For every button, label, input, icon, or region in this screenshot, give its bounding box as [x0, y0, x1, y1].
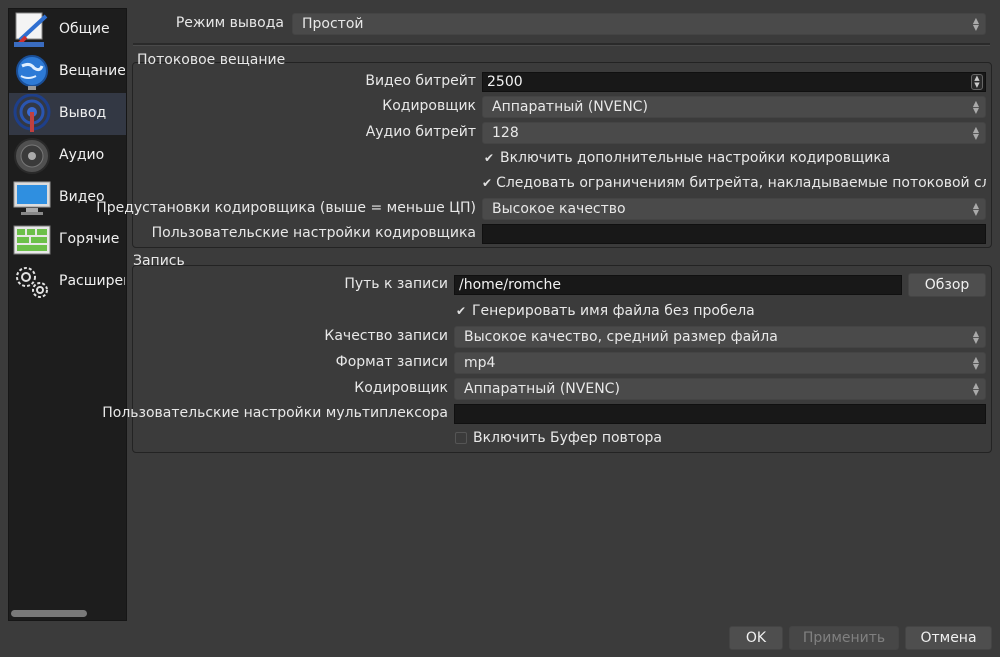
sidebar-item-advanced[interactable]: Расширен...: [9, 261, 126, 303]
replay-buffer-checkbox[interactable]: Включить Буфер повтора: [454, 430, 662, 446]
spin-arrows-icon[interactable]: ▲ ▼: [971, 74, 983, 90]
stream-encoder-label: Кодировщик: [382, 98, 476, 114]
output-mode-label: Режим вывода: [175, 15, 284, 31]
record-format-value: mp4: [464, 355, 496, 371]
record-encoder-select[interactable]: Аппаратный (NVENC) ▲ ▼: [454, 378, 986, 400]
speaker-icon: [12, 136, 52, 176]
output-antenna-icon: [12, 93, 52, 134]
sidebar-item-label: Аудио: [59, 147, 105, 163]
chevron-updown-icon: ▲ ▼: [972, 355, 980, 371]
sidebar-item-label: Вывод: [59, 105, 107, 121]
stream-encoder-select[interactable]: Аппаратный (NVENC) ▲ ▼: [482, 96, 986, 118]
stream-encoder-value: Аппаратный (NVENC): [492, 99, 648, 115]
sidebar-item-general[interactable]: Общие: [9, 9, 126, 51]
encoder-preset-select[interactable]: Высокое качество ▲ ▼: [482, 198, 986, 220]
cancel-button[interactable]: Отмена: [905, 626, 992, 650]
muxer-settings-input[interactable]: [454, 404, 986, 424]
sidebar-item-audio[interactable]: Аудио: [9, 135, 126, 177]
record-quality-value: Высокое качество, средний размер файла: [464, 329, 778, 345]
custom-encoder-input[interactable]: [482, 224, 986, 244]
record-path-value: /home/romche: [459, 277, 561, 293]
recording-group-title: Запись: [133, 253, 185, 269]
audio-bitrate-value: 128: [492, 125, 519, 141]
sidebar-item-label: Общие: [59, 21, 110, 37]
separator: [133, 43, 990, 46]
sidebar-item-label: Вещание: [59, 63, 125, 79]
sidebar-item-label: Расширен...: [59, 273, 125, 289]
sidebar-item-label: Горячие к...: [59, 231, 125, 247]
monitor-icon: [12, 178, 52, 218]
audio-bitrate-select[interactable]: 128 ▲ ▼: [482, 122, 986, 144]
output-mode-select[interactable]: Простой ▲ ▼: [292, 13, 986, 35]
chevron-updown-icon: ▲ ▼: [972, 16, 980, 32]
no-space-filename-label: Генерировать имя файла без пробела: [472, 303, 755, 319]
advanced-encoder-label: Включить дополнительные настройки кодиро…: [500, 150, 891, 166]
record-encoder-label: Кодировщик: [354, 380, 448, 396]
audio-bitrate-label: Аудио битрейт: [365, 124, 476, 140]
enforce-bitrate-checkbox[interactable]: ✔ Следовать ограничениям битрейта, накла…: [482, 175, 986, 191]
sidebar-scrollbar[interactable]: [11, 610, 87, 617]
sidebar-item-stream[interactable]: Вещание: [9, 51, 126, 93]
sidebar-item-hotkeys[interactable]: Горячие к...: [9, 219, 126, 261]
stream-globe-icon: [12, 52, 52, 92]
chevron-updown-icon: ▲ ▼: [972, 201, 980, 217]
general-settings-icon: [12, 10, 52, 50]
checkmark-icon: ✔: [455, 304, 467, 318]
checkmark-icon: ✔: [482, 176, 493, 190]
video-bitrate-label: Видео битрейт: [365, 73, 476, 89]
chevron-updown-icon: ▲ ▼: [972, 125, 980, 141]
record-quality-label: Качество записи: [324, 328, 448, 344]
encoder-preset-value: Высокое качество: [492, 201, 626, 217]
custom-encoder-label: Пользовательские настройки кодировщика: [151, 225, 476, 241]
replay-buffer-label: Включить Буфер повтора: [473, 430, 662, 446]
ok-button[interactable]: OK: [729, 626, 783, 650]
encoder-preset-label: Предустановки кодировщика (выше = меньше…: [96, 200, 476, 216]
checkmark-icon: ✔: [483, 151, 495, 165]
record-quality-select[interactable]: Высокое качество, средний размер файла ▲…: [454, 326, 986, 348]
chevron-updown-icon: ▲ ▼: [972, 329, 980, 345]
apply-button[interactable]: Применить: [789, 626, 899, 650]
chevron-updown-icon: ▲ ▼: [972, 381, 980, 397]
video-bitrate-value: 2500: [487, 74, 523, 90]
record-encoder-value: Аппаратный (NVENC): [464, 381, 620, 397]
keyboard-icon: [12, 220, 52, 260]
browse-button[interactable]: Обзор: [908, 273, 986, 297]
record-format-label: Формат записи: [335, 354, 448, 370]
record-path-label: Путь к записи: [344, 276, 448, 292]
settings-window: Общие Вещание Вывод Аудио Видео Горячие …: [0, 0, 1000, 657]
enforce-bitrate-label: Следовать ограничениям битрейта, наклады…: [496, 175, 986, 191]
checkbox-empty-icon: [455, 432, 467, 444]
no-space-filename-checkbox[interactable]: ✔ Генерировать имя файла без пробела: [454, 303, 755, 319]
settings-sidebar: Общие Вещание Вывод Аудио Видео Горячие …: [8, 8, 127, 621]
streaming-group-title: Потоковое вещание: [137, 52, 286, 68]
advanced-encoder-checkbox[interactable]: ✔ Включить дополнительные настройки коди…: [482, 150, 890, 166]
sidebar-item-output[interactable]: Вывод: [9, 93, 126, 135]
output-mode-value: Простой: [302, 16, 364, 32]
gears-icon: [12, 262, 52, 302]
video-bitrate-input[interactable]: 2500 ▲ ▼: [482, 72, 986, 92]
record-path-input[interactable]: /home/romche: [454, 275, 902, 295]
muxer-settings-label: Пользовательские настройки мультиплексор…: [102, 405, 448, 421]
chevron-updown-icon: ▲ ▼: [972, 99, 980, 115]
record-format-select[interactable]: mp4 ▲ ▼: [454, 352, 986, 374]
